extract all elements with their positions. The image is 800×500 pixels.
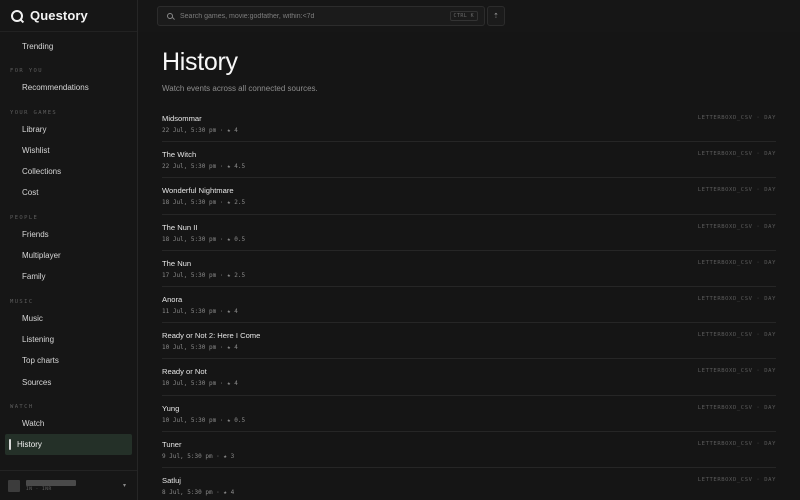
history-meta: 18 Jul, 5:30 pm · ★ 2.5 xyxy=(162,199,246,207)
history-title: Satluj xyxy=(162,475,181,485)
history-source: LETTERBOXD_CSV · DAY xyxy=(697,115,776,121)
history-row[interactable]: The Nun 17 Jul, 5:30 pm · ★ 2.5 LETTERBOXD… xyxy=(162,251,776,287)
sidebar-group-label: YOUR GAMES xyxy=(10,109,58,116)
history-row[interactable]: Wonderful Nightmare 18 Jul, 5:30 pm · ★ 2… xyxy=(162,178,776,215)
history-row[interactable]: Ready or Not 10 Jul, 5:30 pm · ★ 4 LETTERB… xyxy=(162,359,776,396)
history-source: LETTERBOXD_CSV · DAY xyxy=(697,368,776,375)
history-row[interactable]: The Witch 22 Jul, 5:30 pm · ★ 4.5 LETTERBO… xyxy=(162,142,776,179)
history-list: Midsommar 22 Jul, 5:30 pm · ★ 4 LETTERBOXD… xyxy=(162,106,776,500)
page-title: History xyxy=(162,48,238,76)
history-title: Tuner xyxy=(162,439,182,449)
rocket-icon: ⇡ xyxy=(493,12,499,20)
main-content: History Watch events across all connecte… xyxy=(138,32,800,500)
chevron-down-icon: ▾ xyxy=(122,483,126,489)
history-source: LETTERBOXD_CSV · DAY xyxy=(697,332,776,339)
search-bar[interactable]: CTRL K xyxy=(157,6,485,26)
history-source: LETTERBOXD_CSV · DAY xyxy=(697,404,776,411)
history-row[interactable]: Midsommar 22 Jul, 5:30 pm · ★ 4 LETTERBOXD… xyxy=(162,106,776,143)
account-meta: IN · INR xyxy=(26,486,52,492)
sidebar-nav: Trending FOR YOU Recommendations YOUR GAMES… xyxy=(0,32,137,456)
history-meta: 22 Jul, 5:30 pm · ★ 4 xyxy=(162,127,238,134)
history-title: Anora xyxy=(162,294,183,304)
sidebar-item-watch[interactable]: Watch xyxy=(5,413,132,434)
sidebar-item-cost[interactable]: Cost xyxy=(5,182,132,203)
history-row[interactable]: The Nun II 18 Jul, 5:30 pm · ★ 0.5 LETTERB… xyxy=(162,215,776,251)
history-row[interactable]: Satluj 8 Jul, 5:30 pm · ★ 4 LETTERBOXD_CSV… xyxy=(162,468,776,500)
sidebar-item-top-charts[interactable]: Top charts xyxy=(5,350,132,371)
questory-logo-icon xyxy=(11,9,23,22)
sidebar-item-music[interactable]: Music xyxy=(5,308,132,329)
avatar xyxy=(8,479,20,492)
history-title: The Nun II xyxy=(162,222,198,232)
sidebar-item-sources[interactable]: Sources xyxy=(5,372,132,393)
brand[interactable]: Questory xyxy=(0,0,137,32)
sidebar-item-multiplayer[interactable]: Multiplayer xyxy=(5,245,132,266)
history-source: LETTERBOXD_CSV · DAY xyxy=(697,440,776,447)
account-name-redacted xyxy=(26,479,76,486)
rocket-button[interactable]: ⇡ xyxy=(487,6,505,26)
sidebar-item-library[interactable]: Library xyxy=(5,119,132,140)
account-switcher[interactable]: IN · INR ▾ xyxy=(0,470,137,500)
history-title: Wonderful Nightmare xyxy=(162,186,234,196)
sidebar-item-listening[interactable]: Listening xyxy=(5,329,132,350)
search-input[interactable] xyxy=(180,12,443,20)
history-meta: 8 Jul, 5:30 pm · ★ 4 xyxy=(162,488,235,496)
sidebar-item-trending[interactable]: Trending xyxy=(5,36,132,57)
history-row[interactable]: Tuner 9 Jul, 5:30 pm · ★ 3 LETTERBOXD_CSV … xyxy=(162,432,776,468)
page-subtitle: Watch events across all connected source… xyxy=(162,84,318,93)
topbar: CTRL K ⇡ xyxy=(138,0,800,32)
sidebar-item-recommendations[interactable]: Recommendations xyxy=(5,77,132,98)
history-meta: 10 Jul, 5:30 pm · ★ 4 xyxy=(162,344,238,352)
sidebar: Questory Trending FOR YOU Recommendations Y… xyxy=(0,0,138,500)
sidebar-item-collections[interactable]: Collections xyxy=(5,161,132,182)
history-row[interactable]: Yung 10 Jul, 5:30 pm · ★ 0.5 LETTERBOXD_CS… xyxy=(162,396,776,432)
history-meta: 10 Jul, 5:30 pm · ★ 0.5 xyxy=(162,416,246,424)
history-title: Midsommar xyxy=(162,114,202,123)
history-meta: 22 Jul, 5:30 pm · ★ 4.5 xyxy=(162,163,246,171)
history-meta: 10 Jul, 5:30 pm · ★ 4 xyxy=(162,380,238,388)
history-source: LETTERBOXD_CSV · DAY xyxy=(697,151,776,158)
history-title: The Witch xyxy=(162,150,197,160)
brand-name: Questory xyxy=(30,8,88,23)
history-meta: 11 Jul, 5:30 pm · ★ 4 xyxy=(162,307,238,315)
history-meta: 9 Jul, 5:30 pm · ★ 3 xyxy=(162,452,235,460)
history-title: Ready or Not 2: Here I Come xyxy=(162,331,261,341)
sidebar-item-history[interactable]: History xyxy=(5,434,132,456)
sidebar-item-friends[interactable]: Friends xyxy=(5,224,132,245)
sidebar-item-family[interactable]: Family xyxy=(5,266,132,287)
history-meta: 18 Jul, 5:30 pm · ★ 0.5 xyxy=(162,235,246,243)
sidebar-group-label: WATCH xyxy=(10,403,34,410)
history-source: LETTERBOXD_CSV · DAY xyxy=(697,295,776,302)
history-meta: 17 Jul, 5:30 pm · ★ 2.5 xyxy=(162,271,246,279)
sidebar-group-label: PEOPLE xyxy=(10,214,39,221)
history-title: Yung xyxy=(162,403,180,413)
history-title: The Nun xyxy=(162,258,192,268)
account-text: IN · INR xyxy=(26,479,76,492)
history-source: LETTERBOXD_CSV · DAY xyxy=(697,187,776,194)
history-title: Ready or Not xyxy=(162,367,207,377)
history-source: LETTERBOXD_CSV · DAY xyxy=(697,259,776,266)
history-source: LETTERBOXD_CSV · DAY xyxy=(697,223,776,230)
history-row[interactable]: Anora 11 Jul, 5:30 pm · ★ 4 LETTERBOXD_CSV… xyxy=(162,287,776,324)
search-shortcut-badge: CTRL K xyxy=(449,11,478,21)
sidebar-group-label: MUSIC xyxy=(10,298,34,305)
sidebar-item-wishlist[interactable]: Wishlist xyxy=(5,140,132,161)
search-icon xyxy=(167,13,173,19)
sidebar-group-label: FOR YOU xyxy=(10,68,43,75)
history-source: LETTERBOXD_CSV · DAY xyxy=(697,476,776,483)
history-row[interactable]: Ready or Not 2: Here I Come 10 Jul, 5:30 … xyxy=(162,323,776,360)
